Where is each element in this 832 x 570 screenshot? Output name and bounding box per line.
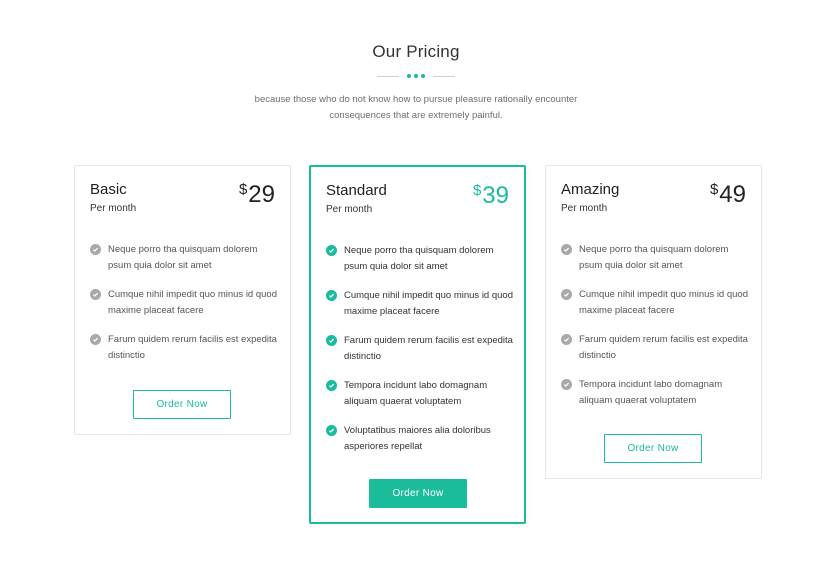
check-circle-icon xyxy=(90,334,101,345)
check-circle-icon xyxy=(326,290,337,301)
feature-item: Neque porro tha quisquam dolorem psum qu… xyxy=(90,242,280,273)
subtitle-line-2: consequences that are extremely painful. xyxy=(329,110,503,121)
feature-item: Neque porro tha quisquam dolorem psum qu… xyxy=(326,243,514,274)
check-circle-icon xyxy=(90,289,101,300)
feature-text: Farum quidem rerum facilis est expedita … xyxy=(108,334,277,361)
subtitle-line-1: because those who do not know how to pur… xyxy=(254,94,578,105)
plan-price: $39 xyxy=(473,182,509,210)
currency-symbol: $ xyxy=(472,182,482,199)
feature-text: Farum quidem rerum facilis est expedita … xyxy=(344,335,513,362)
section-title: Our Pricing xyxy=(372,42,460,61)
feature-list: Neque porro tha quisquam dolorem psum qu… xyxy=(90,242,280,377)
currency-symbol: $ xyxy=(238,181,248,198)
feature-item: Tempora incidunt labo domagnam aliquam q… xyxy=(561,377,751,408)
check-circle-icon xyxy=(326,380,337,391)
divider-line-left xyxy=(377,76,399,77)
divider-dot xyxy=(421,74,425,78)
price-amount: 49 xyxy=(719,181,746,208)
plan-period: Per month xyxy=(561,203,608,214)
divider-dot xyxy=(407,74,411,78)
feature-text: Tempora incidunt labo domagnam aliquam q… xyxy=(579,379,723,406)
plan-name: Basic xyxy=(90,181,127,198)
feature-list: Neque porro tha quisquam dolorem psum qu… xyxy=(326,243,514,468)
feature-item: Farum quidem rerum facilis est expedita … xyxy=(326,333,514,364)
divider-line-right xyxy=(433,76,455,77)
order-now-button[interactable]: Order Now xyxy=(369,479,467,508)
feature-text: Tempora incidunt labo domagnam aliquam q… xyxy=(344,380,488,407)
check-circle-icon xyxy=(90,244,101,255)
section-subtitle: because those who do not know how to pur… xyxy=(0,92,832,124)
feature-item: Cumque nihil impedit quo minus id quod m… xyxy=(326,288,514,319)
divider-dots xyxy=(407,74,425,78)
pricing-header: Our Pricing because those who do not kno… xyxy=(0,42,832,124)
check-circle-icon xyxy=(561,244,572,255)
check-circle-icon xyxy=(326,245,337,256)
feature-text: Cumque nihil impedit quo minus id quod m… xyxy=(108,289,277,316)
feature-text: Neque porro tha quisquam dolorem psum qu… xyxy=(579,244,729,271)
plan-card-standard: Standard Per month $39 Neque porro tha q… xyxy=(309,165,526,524)
plan-name: Standard xyxy=(326,182,387,199)
feature-text: Cumque nihil impedit quo minus id quod m… xyxy=(579,289,748,316)
currency-symbol: $ xyxy=(709,181,719,198)
feature-text: Voluptatibus maiores alia doloribus aspe… xyxy=(344,425,491,452)
feature-item: Voluptatibus maiores alia doloribus aspe… xyxy=(326,423,514,454)
plan-name: Amazing xyxy=(561,181,620,198)
check-circle-icon xyxy=(561,334,572,345)
check-circle-icon xyxy=(561,379,572,390)
feature-item: Neque porro tha quisquam dolorem psum qu… xyxy=(561,242,751,273)
price-amount: 29 xyxy=(248,181,275,208)
feature-item: Tempora incidunt labo domagnam aliquam q… xyxy=(326,378,514,409)
plan-period: Per month xyxy=(326,204,373,215)
order-now-button[interactable]: Order Now xyxy=(133,390,231,419)
divider-dot xyxy=(414,74,418,78)
feature-text: Neque porro tha quisquam dolorem psum qu… xyxy=(108,244,258,271)
title-divider xyxy=(377,74,455,80)
feature-item: Cumque nihil impedit quo minus id quod m… xyxy=(561,287,751,318)
order-now-button[interactable]: Order Now xyxy=(604,434,702,463)
check-circle-icon xyxy=(561,289,572,300)
feature-list: Neque porro tha quisquam dolorem psum qu… xyxy=(561,242,751,422)
feature-text: Neque porro tha quisquam dolorem psum qu… xyxy=(344,245,494,272)
feature-item: Farum quidem rerum facilis est expedita … xyxy=(561,332,751,363)
feature-text: Farum quidem rerum facilis est expedita … xyxy=(579,334,748,361)
plan-period: Per month xyxy=(90,203,137,214)
pricing-section: Our Pricing because those who do not kno… xyxy=(0,0,832,570)
plan-price: $49 xyxy=(710,181,746,209)
plan-price: $29 xyxy=(239,181,275,209)
feature-item: Cumque nihil impedit quo minus id quod m… xyxy=(90,287,280,318)
check-circle-icon xyxy=(326,425,337,436)
feature-item: Farum quidem rerum facilis est expedita … xyxy=(90,332,280,363)
check-circle-icon xyxy=(326,335,337,346)
plan-card-amazing: Amazing Per month $49 Neque porro tha qu… xyxy=(545,165,762,479)
price-amount: 39 xyxy=(482,182,509,209)
plan-card-basic: Basic Per month $29 Neque porro tha quis… xyxy=(74,165,291,435)
feature-text: Cumque nihil impedit quo minus id quod m… xyxy=(344,290,513,317)
